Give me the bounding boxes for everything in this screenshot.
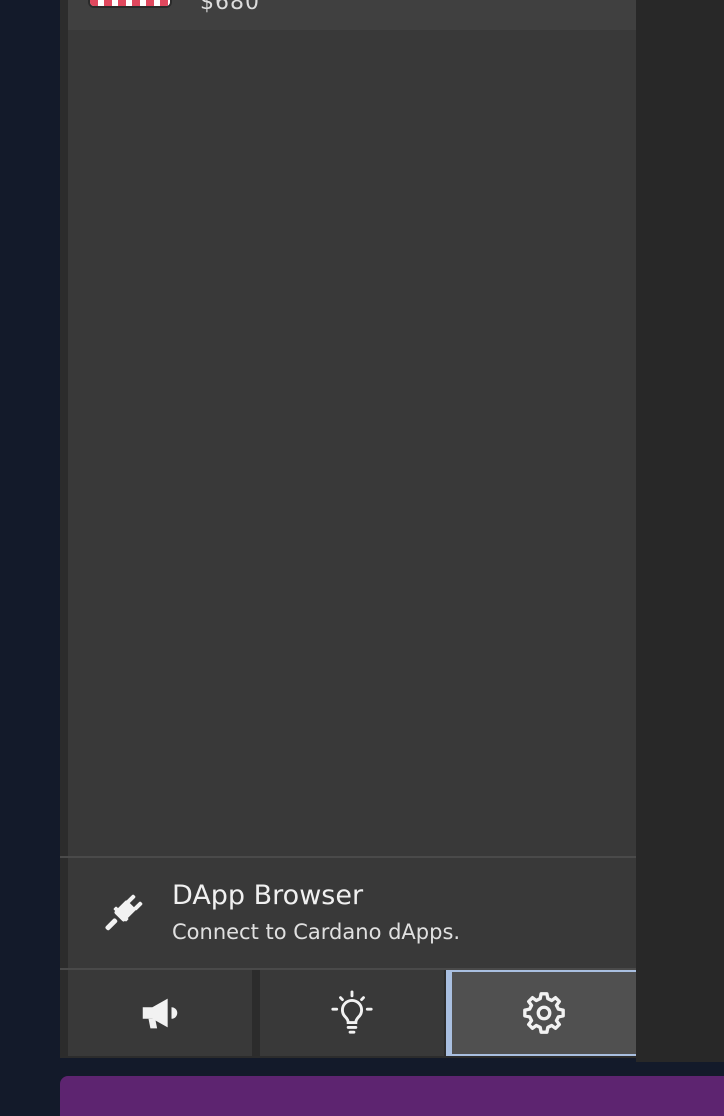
dapp-browser-subtitle: Connect to Cardano dApps. bbox=[172, 920, 461, 944]
bottom-toolbar bbox=[60, 970, 636, 1058]
dapp-browser-item[interactable]: DApp Browser Connect to Cardano dApps. bbox=[60, 856, 636, 970]
dapp-browser-title: DApp Browser bbox=[172, 880, 364, 911]
megaphone-icon bbox=[142, 998, 178, 1029]
gear-icon bbox=[523, 992, 565, 1034]
bottom-banner bbox=[60, 1076, 724, 1116]
right-pane bbox=[636, 0, 724, 1062]
asset-row[interactable]: $680 bbox=[68, 0, 636, 31]
asset-amount: $680 bbox=[200, 0, 260, 15]
settings-button[interactable] bbox=[446, 970, 636, 1056]
lightbulb-icon bbox=[331, 990, 373, 1034]
tips-button[interactable] bbox=[260, 970, 444, 1056]
announcements-button[interactable] bbox=[68, 970, 252, 1056]
flag-icon bbox=[88, 0, 172, 8]
content-area bbox=[68, 30, 636, 856]
wallet-panel: $680 DApp Browser Connect to Cardano dAp… bbox=[60, 0, 636, 1058]
plug-icon bbox=[105, 894, 143, 931]
